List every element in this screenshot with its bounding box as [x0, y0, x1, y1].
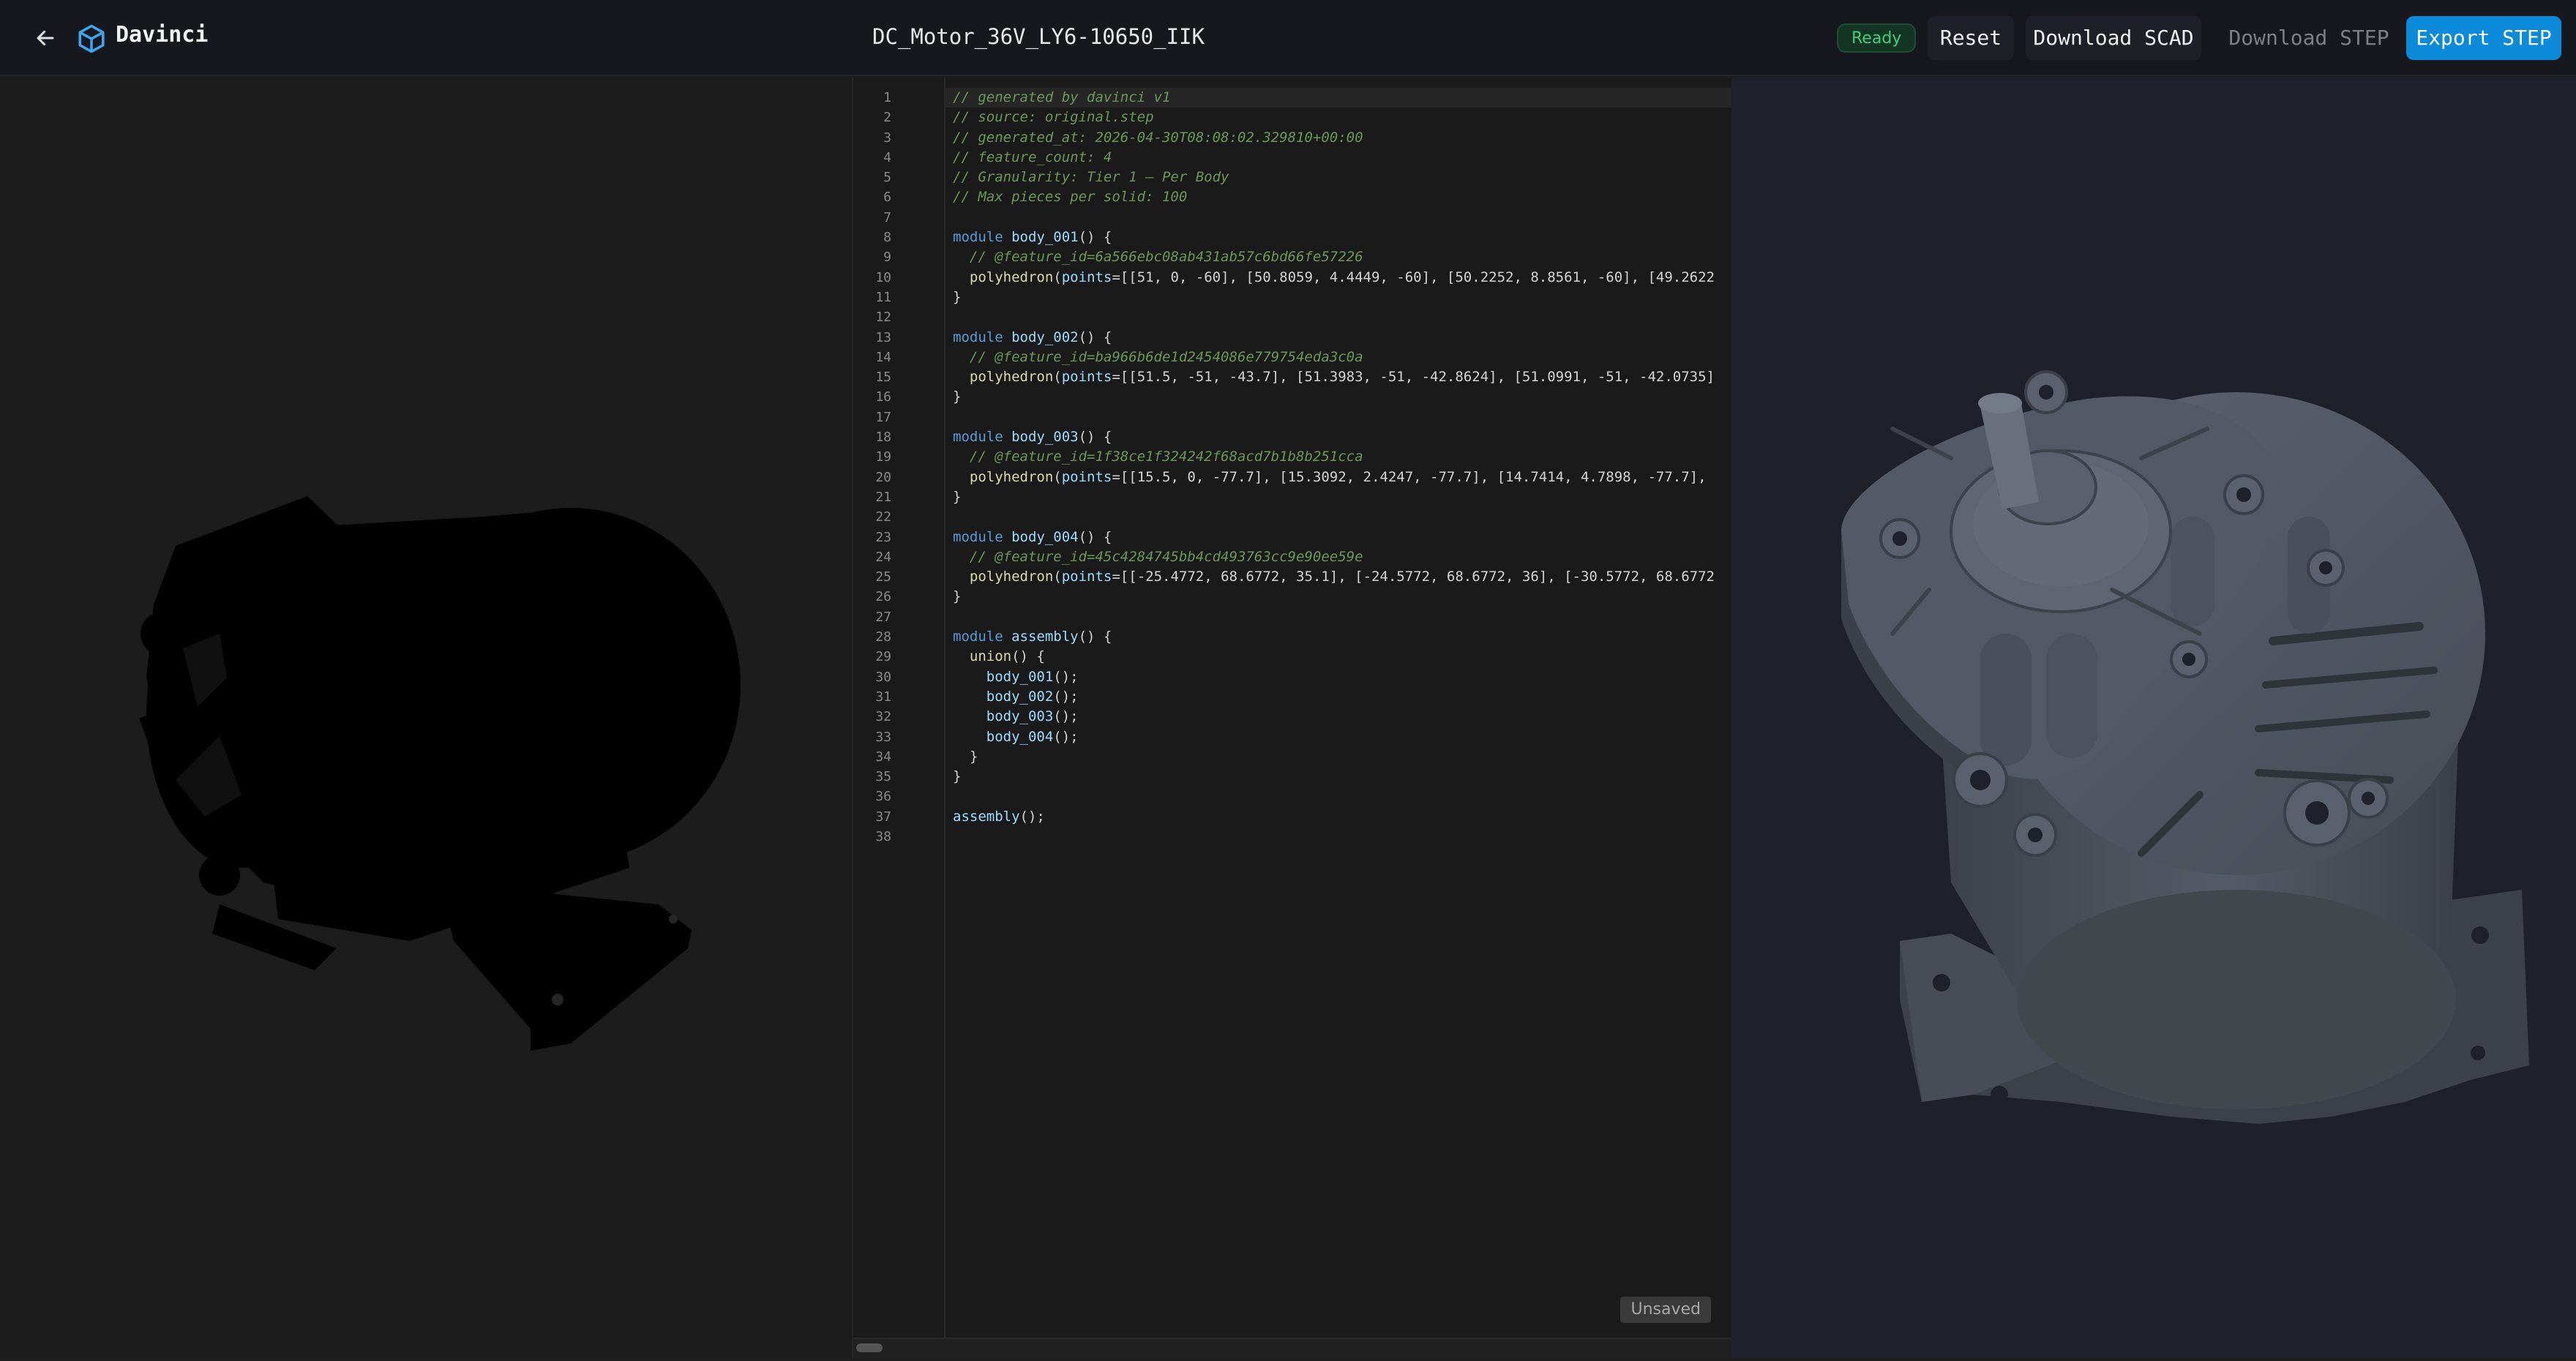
line-number: 17 — [875, 409, 891, 425]
status-badge: Ready — [1837, 23, 1917, 53]
code-line[interactable]: // Max pieces per solid: 100 — [946, 187, 1731, 207]
code-line[interactable] — [946, 307, 1731, 327]
line-number: 35 — [875, 769, 891, 785]
line-number: 22 — [875, 509, 891, 525]
line-number: 23 — [875, 529, 891, 545]
code-line[interactable]: module assembly() { — [946, 627, 1731, 647]
line-number: 38 — [875, 828, 891, 844]
line-number-gutter: 1 2 3 4 5 6 7 8 9 10 11 12 13 14 15 16 17 18 19 20 21 22 23 24 2… — [853, 78, 946, 1339]
code-line[interactable]: body_004(); — [946, 727, 1731, 747]
motor-silhouette — [139, 496, 741, 1051]
code-editor[interactable]: 1 2 3 4 5 6 7 8 9 10 11 12 13 14 15 16 17 18 19 20 21 22 23 24 2… — [852, 78, 1731, 1358]
horizontal-scrollbar[interactable] — [853, 1338, 1731, 1358]
line-number: 6 — [883, 190, 891, 206]
code-line[interactable]: // @feature_id=ba966b6de1d2454086e779754… — [946, 348, 1731, 367]
line-number: 3 — [883, 130, 891, 146]
code-line[interactable]: } — [946, 387, 1731, 407]
code-line[interactable]: // @feature_id=45c4284745bb4cd493763cc9e… — [946, 547, 1731, 567]
code-line[interactable]: } — [946, 767, 1731, 787]
line-number: 37 — [875, 809, 891, 825]
line-number: 36 — [875, 789, 891, 805]
line-number: 4 — [883, 149, 891, 165]
code-line[interactable] — [946, 408, 1731, 427]
code-line[interactable]: polyhedron(points=[[-25.4772, 68.6772, 3… — [946, 567, 1731, 587]
line-number: 33 — [875, 729, 891, 745]
line-number: 24 — [875, 549, 891, 565]
code-line[interactable] — [946, 827, 1731, 847]
code-content[interactable]: // generated by davinci v1// source: ori… — [946, 88, 1731, 847]
code-line[interactable]: polyhedron(points=[[51.5, -51, -43.7], [… — [946, 367, 1731, 387]
code-line[interactable]: module body_004() { — [946, 528, 1731, 547]
code-line[interactable]: // @feature_id=6a566ebc08ab431ab57c6bd66… — [946, 247, 1731, 267]
code-line[interactable]: module body_001() { — [946, 228, 1731, 247]
code-line[interactable]: // @feature_id=1f38ce1f324242f68acd7b1b8… — [946, 447, 1731, 467]
line-number: 25 — [875, 569, 891, 585]
code-line[interactable]: } — [946, 587, 1731, 607]
line-number: 21 — [875, 489, 891, 505]
line-numbers: 1 2 3 4 5 6 7 8 9 10 11 12 13 14 15 16 17 18 19 20 21 22 23 24 2… — [853, 88, 891, 847]
code-line[interactable]: polyhedron(points=[[51, 0, -60], [50.805… — [946, 268, 1731, 288]
code-line[interactable]: // generated by davinci v1 — [946, 88, 1731, 108]
download-step-button[interactable]: Download STEP — [2213, 16, 2405, 60]
line-number: 29 — [875, 649, 891, 665]
line-number: 32 — [875, 709, 891, 725]
export-step-button[interactable]: Export STEP — [2406, 16, 2561, 60]
line-number: 9 — [883, 250, 891, 266]
original-model-viewport[interactable] — [0, 78, 852, 1358]
code-line[interactable]: body_002(); — [946, 687, 1731, 707]
code-line[interactable]: polyhedron(points=[[15.5, 0, -77.7], [15… — [946, 468, 1731, 487]
line-number: 15 — [875, 370, 891, 386]
line-number: 1 — [883, 90, 891, 105]
line-number: 26 — [875, 589, 891, 605]
code-line[interactable]: // feature_count: 4 — [946, 148, 1731, 168]
line-number: 20 — [875, 469, 891, 485]
line-number: 34 — [875, 749, 891, 765]
line-number: 7 — [883, 209, 891, 225]
code-line[interactable] — [946, 607, 1731, 627]
code-line[interactable]: } — [946, 487, 1731, 507]
line-number: 2 — [883, 110, 891, 126]
line-number: 13 — [875, 329, 891, 345]
line-number: 12 — [875, 310, 891, 326]
code-line[interactable]: // source: original.step — [946, 108, 1731, 127]
line-number: 28 — [875, 629, 891, 645]
code-line[interactable]: // generated_at: 2026-04-30T08:08:02.329… — [946, 128, 1731, 148]
back-button[interactable] — [29, 22, 61, 54]
line-number: 11 — [875, 289, 891, 305]
line-number: 8 — [883, 230, 891, 246]
cube-icon — [78, 24, 105, 53]
top-bar: Davinci DC_Motor_36V_LY6-10650_IIK Ready… — [0, 0, 2576, 76]
code-line[interactable]: body_001(); — [946, 667, 1731, 687]
line-number: 14 — [875, 349, 891, 365]
line-number: 30 — [875, 669, 891, 685]
reset-button[interactable]: Reset — [1928, 16, 2014, 60]
code-line[interactable]: } — [946, 747, 1731, 767]
line-number: 19 — [875, 449, 891, 465]
generated-model-viewport[interactable] — [1731, 78, 2576, 1358]
code-line[interactable]: // Granularity: Tier 1 — Per Body — [946, 168, 1731, 187]
line-number: 10 — [875, 269, 891, 285]
line-number: 18 — [875, 430, 891, 446]
code-line[interactable]: assembly(); — [946, 807, 1731, 827]
code-line[interactable]: body_003(); — [946, 707, 1731, 727]
scrollbar-thumb[interactable] — [856, 1343, 883, 1352]
code-line[interactable] — [946, 787, 1731, 806]
code-line[interactable] — [946, 507, 1731, 527]
line-number: 27 — [875, 609, 891, 625]
unsaved-badge: Unsaved — [1620, 1297, 1711, 1323]
code-line[interactable] — [946, 208, 1731, 228]
app-title: Davinci — [116, 22, 209, 48]
code-line[interactable]: } — [946, 288, 1731, 307]
download-scad-button[interactable]: Download SCAD — [2026, 16, 2201, 60]
motor-3d-model — [1841, 370, 2529, 1124]
arrow-left-icon — [37, 30, 54, 46]
document-title: DC_Motor_36V_LY6-10650_IIK — [872, 24, 1205, 49]
line-number: 5 — [883, 170, 891, 186]
code-line[interactable]: module body_003() { — [946, 427, 1731, 447]
code-line[interactable]: module body_002() { — [946, 328, 1731, 348]
line-number: 31 — [875, 689, 891, 705]
line-number: 16 — [875, 389, 891, 405]
code-line[interactable]: union() { — [946, 647, 1731, 667]
